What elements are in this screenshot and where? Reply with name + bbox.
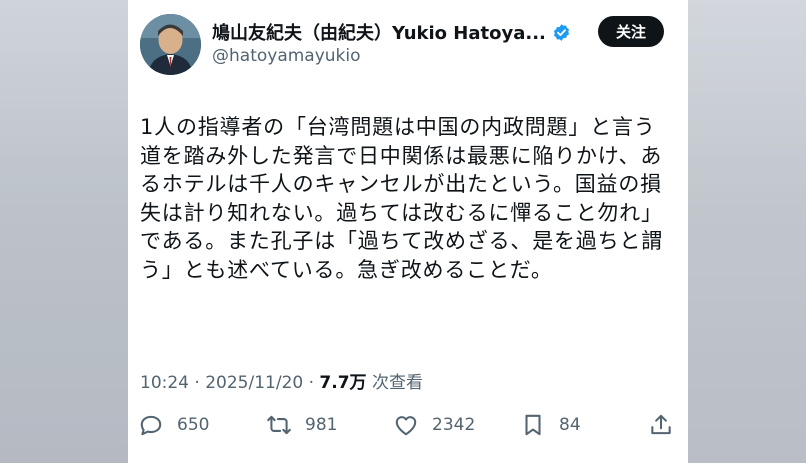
- like-button[interactable]: 2342: [393, 412, 475, 438]
- reply-button[interactable]: 650: [138, 412, 209, 438]
- heart-icon: [393, 412, 419, 438]
- retweet-button[interactable]: 981: [266, 412, 337, 438]
- tweet-card: 鳩山友紀夫（由紀夫）Yukio Hatoya... @hatoyamayukio…: [128, 0, 688, 463]
- retweet-icon: [266, 412, 292, 438]
- background-left: [0, 0, 128, 463]
- author-display-name[interactable]: 鳩山友紀夫（由紀夫）Yukio Hatoya...: [212, 19, 546, 45]
- author-handle[interactable]: @hatoyamayukio: [212, 46, 361, 66]
- views-count: 7.7万: [319, 373, 367, 393]
- reply-icon: [138, 412, 164, 438]
- meta-separator: ·: [308, 373, 315, 393]
- share-icon: [648, 412, 674, 438]
- tweet-text: 1人の指導者の「台湾問題は中国の内政問題」と言う道を踏み外した発言で日中関係は最…: [140, 115, 663, 282]
- bookmark-button[interactable]: 84: [520, 412, 581, 438]
- tweet-actions-bar: 650 981 2342 84: [128, 408, 688, 444]
- reply-count: 650: [177, 415, 210, 435]
- follow-button[interactable]: 关注: [598, 16, 664, 47]
- tweet-date[interactable]: 2025/11/20: [205, 373, 303, 393]
- views-label: 次查看: [371, 373, 423, 393]
- verified-badge-icon: [552, 23, 571, 42]
- bookmark-count: 84: [559, 415, 581, 435]
- background-right: [674, 0, 806, 463]
- avatar[interactable]: [140, 14, 201, 75]
- share-button[interactable]: [648, 412, 674, 438]
- tweet-time[interactable]: 10:24: [140, 373, 189, 393]
- bookmark-icon: [520, 412, 546, 438]
- author-name-row: 鳩山友紀夫（由紀夫）Yukio Hatoya...: [212, 19, 571, 45]
- meta-separator: ·: [194, 373, 200, 393]
- retweet-count: 981: [305, 415, 338, 435]
- like-count: 2342: [432, 415, 476, 435]
- tweet-metadata: 10:24 · 2025/11/20 · 7.7万 次查看: [140, 368, 423, 393]
